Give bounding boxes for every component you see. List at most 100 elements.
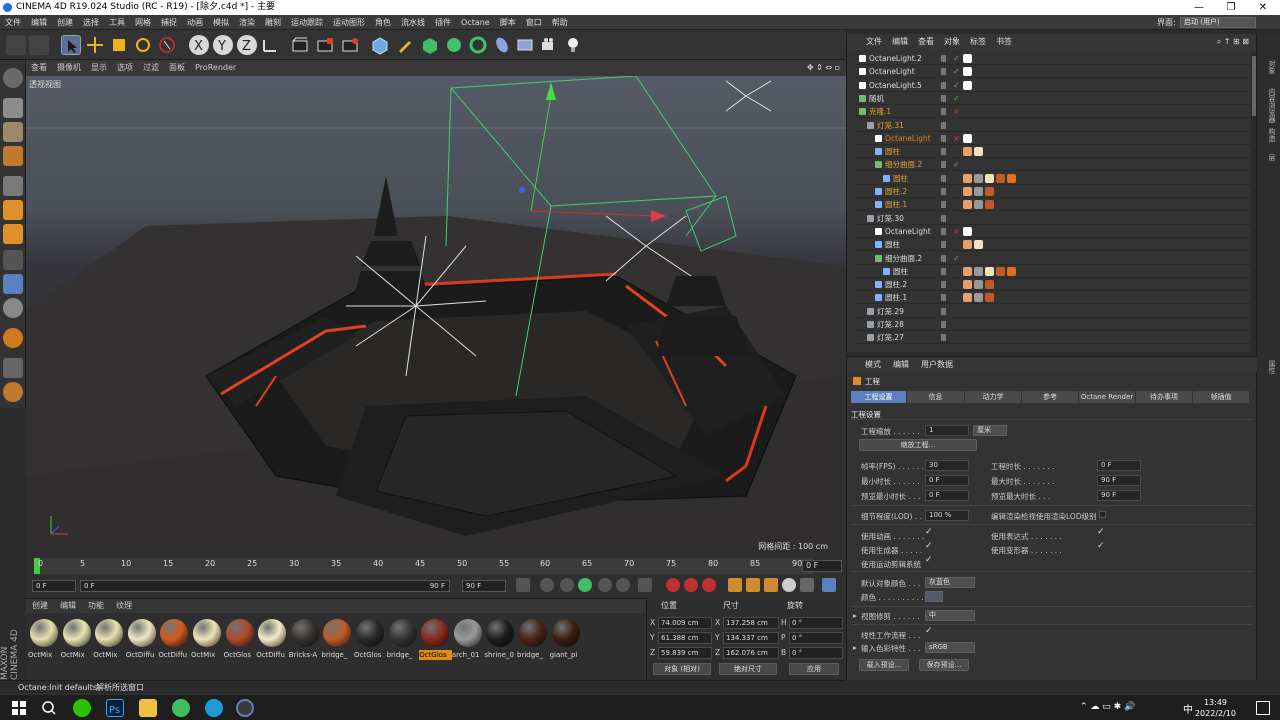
object-row[interactable]: 圆柱.1	[855, 198, 1253, 212]
viewport-menu-prorender[interactable]: ProRender	[190, 60, 241, 76]
select-cursor-icon[interactable]	[61, 35, 81, 55]
start-frame-field[interactable]: 0 F	[32, 580, 76, 592]
om-menu-file[interactable]: 文件	[861, 34, 887, 50]
size-z-field[interactable]: 162.076 cm	[723, 647, 779, 659]
next-frame-icon[interactable]	[598, 578, 612, 592]
key-rotation-icon[interactable]	[764, 578, 778, 592]
windows-start-icon[interactable]	[10, 699, 28, 717]
object-row[interactable]: OctaneLight.5 ✓	[855, 79, 1253, 92]
side-tab-content-browser[interactable]: 内容浏览器	[1261, 88, 1277, 123]
use-deformers-checkbox[interactable]: ✓	[1097, 541, 1105, 551]
tab-project-settings[interactable]: 工程设置	[851, 391, 907, 403]
viewport-menu-display[interactable]: 显示	[86, 60, 112, 76]
scale-project-button[interactable]: 缩放工程...	[859, 439, 977, 451]
magnet-icon[interactable]	[3, 328, 23, 348]
material-item[interactable]: OctDiffu	[256, 617, 289, 661]
visibility-toggle[interactable]	[941, 201, 946, 209]
object-row[interactable]: 圆柱.1	[855, 291, 1253, 305]
visibility-toggle[interactable]	[941, 214, 946, 222]
tag-icon[interactable]	[963, 54, 972, 63]
tag-icon[interactable]	[963, 187, 972, 196]
object-row[interactable]: OctaneLight.2 ✓	[855, 52, 1253, 65]
tag-icon[interactable]	[974, 293, 983, 303]
object-row[interactable]: 细分曲面.2 ✓	[855, 252, 1253, 265]
visibility-toggle[interactable]	[941, 94, 946, 102]
material-item[interactable]: OctMix	[61, 617, 94, 661]
pen-icon[interactable]	[395, 35, 415, 55]
enable-toggle[interactable]: ✓	[953, 52, 960, 65]
lock-workplane-icon[interactable]	[3, 358, 23, 378]
min-length-field[interactable]: 0 F	[925, 475, 969, 486]
light-icon[interactable]	[563, 35, 583, 55]
enable-toggle[interactable]: ×	[953, 105, 960, 118]
visibility-toggle[interactable]	[941, 134, 946, 142]
photoshop-icon[interactable]: Ps	[106, 699, 124, 717]
material-item[interactable]: OctGlos	[224, 617, 257, 661]
visibility-toggle[interactable]	[941, 294, 946, 302]
clock[interactable]: 13:49 2022/2/10	[1195, 697, 1236, 719]
material-menu-create[interactable]: 创建	[26, 599, 54, 613]
object-row[interactable]: 细分曲面.2 ✓	[855, 158, 1253, 172]
record-icon[interactable]	[666, 578, 680, 592]
tag-icon[interactable]	[985, 173, 994, 183]
goto-end-icon[interactable]	[638, 578, 652, 592]
cloner-icon[interactable]	[444, 35, 464, 55]
material-item[interactable]: arch_01	[452, 617, 485, 661]
side-tab-objects[interactable]: 对象	[1261, 60, 1277, 74]
scene-icon[interactable]	[492, 35, 512, 55]
redo-icon[interactable]	[29, 35, 49, 55]
tag-icon[interactable]	[974, 280, 983, 290]
object-row[interactable]: 圆柱	[855, 238, 1253, 252]
x-axis-icon[interactable]: X	[189, 35, 209, 55]
texture-mode-icon[interactable]	[3, 122, 23, 142]
menu-script[interactable]: 脚本	[495, 15, 521, 30]
tag-icon[interactable]	[974, 173, 983, 183]
menu-plugins[interactable]: 插件	[430, 15, 456, 30]
view-clip-dropdown[interactable]: 中	[925, 610, 975, 621]
menu-tools[interactable]: 工具	[104, 15, 130, 30]
preview-min-field[interactable]: 0 F	[925, 490, 969, 501]
key-param-icon[interactable]	[782, 578, 796, 592]
visibility-toggle[interactable]	[941, 121, 946, 129]
tag-icon[interactable]	[985, 187, 994, 196]
menu-character[interactable]: 角色	[370, 15, 396, 30]
tag-icon[interactable]	[963, 133, 972, 143]
side-tab-layers[interactable]: 层	[1261, 154, 1277, 161]
keyframe-selection-icon[interactable]	[702, 578, 716, 592]
visibility-toggle[interactable]	[941, 267, 946, 275]
scale-icon[interactable]	[109, 35, 129, 55]
minimize-button[interactable]: —	[1184, 0, 1214, 15]
z-axis-icon[interactable]: Z	[237, 35, 257, 55]
size-x-field[interactable]: 137.258 cm	[723, 617, 779, 629]
tag-icon[interactable]	[963, 147, 972, 157]
menu-pipeline[interactable]: 流水线	[396, 15, 430, 30]
material-menu-texture[interactable]: 纹理	[110, 599, 138, 613]
visibility-toggle[interactable]	[941, 241, 946, 249]
object-row[interactable]: 圆柱	[855, 265, 1253, 278]
object-row[interactable]: 圆柱	[855, 145, 1253, 159]
menu-mograph[interactable]: 运动图形	[328, 15, 370, 30]
position-z-field[interactable]: 59.839 cm	[658, 647, 712, 659]
preview-max-field[interactable]: 90 F	[1097, 490, 1141, 501]
lod-edit-checkbox[interactable]	[1099, 511, 1106, 518]
tag-icon[interactable]	[963, 280, 972, 290]
menu-animate[interactable]: 动画	[182, 15, 208, 30]
max-length-field[interactable]: 90 F	[1097, 475, 1141, 486]
visibility-toggle[interactable]	[941, 281, 946, 289]
tag-icon[interactable]	[985, 280, 994, 290]
menu-snap[interactable]: 捕捉	[156, 15, 182, 30]
tag-icon[interactable]	[963, 293, 972, 303]
key-pla-icon[interactable]	[800, 578, 814, 592]
use-animation-checkbox[interactable]: ✓	[925, 527, 933, 537]
close-button[interactable]: ✕	[1248, 0, 1278, 15]
enable-toggle[interactable]: ✓	[953, 65, 960, 78]
tab-dynamics[interactable]: 动力学	[965, 391, 1022, 403]
camera-icon[interactable]	[539, 35, 559, 55]
tab-todo[interactable]: 待办事项	[1136, 391, 1193, 403]
material-item[interactable]: OctMix	[191, 617, 224, 661]
object-row[interactable]: 灯笼.27	[855, 331, 1253, 345]
goto-start-icon[interactable]	[516, 578, 530, 592]
timeline-menu-icon[interactable]	[822, 578, 836, 592]
material-menu-edit[interactable]: 编辑	[54, 599, 82, 613]
visibility-toggle[interactable]	[941, 188, 946, 195]
